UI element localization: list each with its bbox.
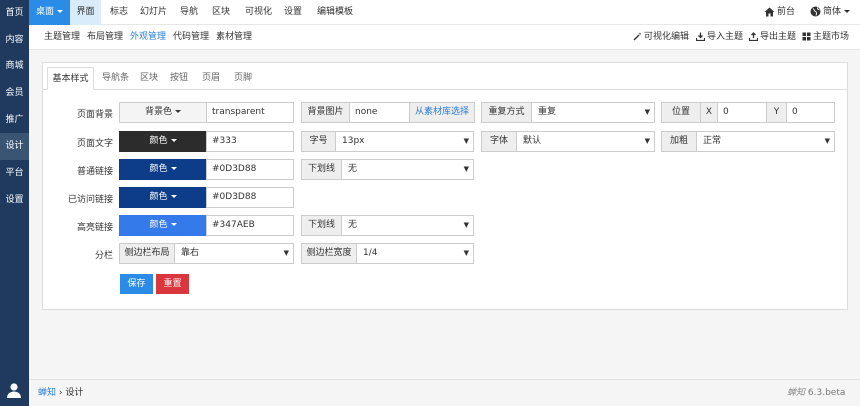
hover-link-underline-select[interactable]: 无 ▼ [341, 215, 474, 236]
home-icon [764, 7, 775, 16]
hover-link-color-input[interactable]: #347AEB [206, 215, 294, 236]
columns-label: 分栏 [94, 251, 113, 261]
page-text-label: 页面文字 [76, 139, 113, 149]
position-y-input[interactable]: 0 [786, 102, 835, 123]
top-nav-edit-template[interactable]: 编辑模板 [311, 0, 359, 25]
bg-image-addon: 背景图片 [301, 102, 350, 123]
sub-nav-layout[interactable]: 布局管理 [87, 25, 123, 50]
top-nav-visual[interactable]: 可视化 [239, 0, 278, 25]
tab-footer[interactable]: 页脚 [229, 67, 257, 90]
font-size-select[interactable]: 13px ▼ [335, 131, 474, 152]
tab-basic-style[interactable]: 基本样式 [47, 67, 94, 90]
top-nav-blocks[interactable]: 区块 [206, 0, 236, 25]
font-family-addon: 字体 [481, 131, 517, 152]
left-nav-settings[interactable]: 设置 [0, 187, 29, 214]
text-color-input[interactable]: #333 [206, 131, 294, 152]
font-family-select[interactable]: 默认 ▼ [516, 131, 655, 152]
sub-nav-theme[interactable]: 主题管理 [44, 25, 80, 50]
bg-color-input[interactable]: transparent [206, 102, 294, 123]
brand-logo: 蝉知 [787, 388, 806, 398]
style-tabs: 基本样式 导航条 区块 按钮 页眉 页脚 [43, 63, 847, 90]
normal-link-color-input[interactable]: #0D3D88 [206, 159, 294, 180]
version-text: 6.3.beta [807, 388, 846, 398]
footer-bar: 蝉知 › 设计 蝉知 6.3.beta [29, 379, 860, 406]
hover-link-label: 高亮链接 [76, 223, 113, 233]
visited-link-label: 已访问链接 [67, 195, 113, 205]
reset-button[interactable]: 重置 [156, 274, 189, 294]
visual-edit-link[interactable]: 可视化编辑 [633, 25, 689, 50]
page-bg-label: 页面背景 [76, 110, 113, 120]
bold-select[interactable]: 正常 ▼ [696, 131, 835, 152]
left-nav-home[interactable]: 首页 [0, 0, 29, 27]
theme-market-link[interactable]: 主题市场 [802, 25, 849, 50]
sidebar-width-addon: 侧边栏宽度 [301, 243, 357, 264]
visited-link-color-button[interactable]: 颜色 [119, 187, 207, 208]
repeat-select[interactable]: 重复 ▼ [531, 102, 655, 123]
sub-nav-assets[interactable]: 素材管理 [216, 25, 252, 50]
left-nav-content[interactable]: 内容 [0, 27, 29, 54]
download-icon [696, 32, 705, 41]
breadcrumb: 蝉知 › 设计 [38, 380, 83, 406]
top-nav-navigation[interactable]: 导航 [174, 0, 204, 25]
top-nav-slides[interactable]: 幻灯片 [134, 0, 173, 25]
left-nav-promote[interactable]: 推广 [0, 107, 29, 134]
y-addon: Y [766, 102, 787, 123]
sub-navbar: 主题管理 布局管理 外观管理 代码管理 素材管理 可视化编辑 导入主题 导出主题… [29, 25, 860, 50]
text-color-button[interactable]: 颜色 [119, 131, 207, 152]
magic-wand-icon [633, 32, 642, 41]
left-nav-shop[interactable]: 商城 [0, 53, 29, 80]
sidebar-layout-select[interactable]: 靠右 ▼ [174, 243, 294, 264]
normal-link-label: 普通链接 [76, 167, 113, 177]
position-addon: 位置 [661, 102, 701, 123]
tab-buttons[interactable]: 按钮 [165, 67, 193, 90]
normal-link-underline-select[interactable]: 无 ▼ [341, 159, 474, 180]
sub-nav-code[interactable]: 代码管理 [173, 25, 209, 50]
top-nav-interface[interactable]: 界面 [70, 0, 101, 25]
bg-color-button[interactable]: 背景色 [119, 102, 207, 123]
top-navbar: 桌面 界面 标志 幻灯片 导航 区块 可视化 设置 编辑模板 前台 简体 [29, 0, 860, 25]
grid-icon [802, 32, 811, 41]
hover-link-underline-addon: 下划线 [301, 215, 342, 236]
import-theme-link[interactable]: 导入主题 [696, 25, 743, 50]
breadcrumb-home-link[interactable]: 蝉知 [38, 388, 56, 398]
left-nav-member[interactable]: 会员 [0, 80, 29, 107]
normal-link-color-button[interactable]: 颜色 [119, 159, 207, 180]
appearance-panel: 基本样式 导航条 区块 按钮 页眉 页脚 页面背景 背景色 transparen… [42, 62, 848, 310]
export-theme-link[interactable]: 导出主题 [749, 25, 796, 50]
left-nav-platform[interactable]: 平台 [0, 160, 29, 187]
visited-link-color-input[interactable]: #0D3D88 [206, 187, 294, 208]
tab-blocks[interactable]: 区块 [135, 67, 163, 90]
top-nav-desktop[interactable]: 桌面 [29, 0, 70, 25]
position-x-input[interactable]: 0 [717, 102, 767, 123]
save-button[interactable]: 保存 [120, 274, 153, 294]
language-switcher[interactable]: 简体 [810, 0, 851, 25]
repeat-addon: 重复方式 [481, 102, 532, 123]
left-nav-design[interactable]: 设计 [0, 133, 29, 161]
sidebar-width-select[interactable]: 1/4 ▼ [356, 243, 474, 264]
font-size-addon: 字号 [301, 131, 336, 152]
left-sidebar: 首页 内容 商城 会员 推广 设计 平台 设置 [0, 0, 29, 406]
normal-link-underline-addon: 下划线 [301, 159, 342, 180]
breadcrumb-current: 设计 [65, 388, 84, 398]
bold-addon: 加粗 [661, 131, 697, 152]
sub-nav-appearance[interactable]: 外观管理 [130, 25, 166, 50]
globe-icon [810, 6, 821, 17]
hover-link-color-button[interactable]: 颜色 [119, 215, 207, 236]
x-addon: X [700, 102, 718, 123]
front-link[interactable]: 前台 [764, 0, 795, 25]
bg-image-input[interactable]: none [349, 102, 410, 123]
sidebar-layout-addon: 侧边栏布局 [119, 243, 175, 264]
version-info: 蝉知 6.3.beta [787, 380, 845, 406]
upload-icon [749, 32, 758, 41]
top-nav-settings[interactable]: 设置 [278, 0, 308, 25]
tab-navbar[interactable]: 导航条 [96, 67, 135, 90]
select-from-library-button[interactable]: 从素材库选择 [409, 102, 475, 123]
tab-header[interactable]: 页眉 [197, 67, 225, 90]
top-nav-logo[interactable]: 标志 [104, 0, 134, 25]
user-avatar-icon[interactable] [6, 382, 22, 398]
